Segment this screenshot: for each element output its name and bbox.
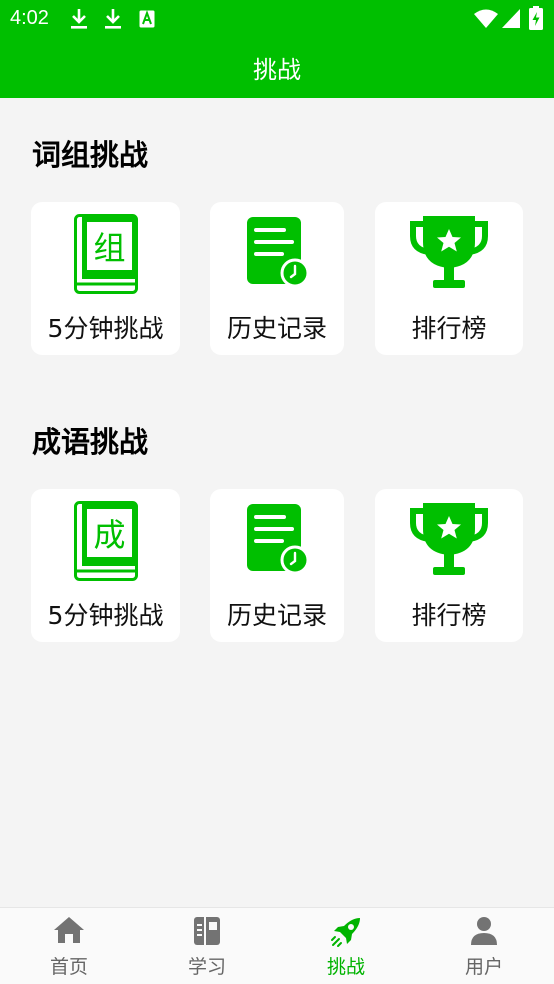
home-icon [54,917,84,943]
phrase-5min-challenge-card[interactable]: 组 5分钟挑战 [31,202,180,355]
status-bar: 4:02 [0,0,554,38]
trophy-icon [410,503,488,575]
nav-item-home[interactable]: 首页 [0,908,138,984]
user-icon [471,917,497,945]
card-label: 排行榜 [411,314,487,343]
card-label: 5分钟挑战 [47,601,164,630]
page-title: 挑战 [253,56,301,84]
book-icon: 成 [73,501,138,581]
notebook-icon [194,917,220,945]
app-header: 4:02 挑战 [0,0,554,98]
nav-item-user[interactable]: 用户 [415,908,553,984]
idiom-leaderboard-card[interactable]: 排行榜 [375,489,523,642]
bottom-navigation: 首页 学习 挑战 用户 [0,907,554,984]
signal-icon [502,9,520,28]
idiom-history-card[interactable]: 历史记录 [210,489,344,642]
battery-charging-icon [529,6,543,30]
trophy-icon [410,216,488,288]
card-label: 5分钟挑战 [47,314,164,343]
card-label: 历史记录 [226,314,327,343]
history-icon [247,504,309,575]
download-icon [105,9,121,29]
nav-item-study[interactable]: 学习 [138,908,276,984]
nav-label: 学习 [187,956,226,978]
wifi-icon [474,9,498,28]
nav-item-challenge[interactable]: 挑战 [277,908,415,984]
nav-label: 首页 [49,956,88,978]
nav-label: 挑战 [326,956,365,978]
text-notification-icon [139,10,155,28]
book-character: 成 [93,516,125,554]
history-icon [247,217,309,288]
card-label: 历史记录 [226,601,327,630]
idiom-5min-challenge-card[interactable]: 成 5分钟挑战 [31,489,180,642]
phrase-history-card[interactable]: 历史记录 [210,202,344,355]
download-icon [71,9,87,29]
rocket-icon [331,918,360,947]
phrase-leaderboard-card[interactable]: 排行榜 [375,202,523,355]
card-label: 排行榜 [411,601,487,630]
book-character: 组 [93,229,125,267]
book-icon: 组 [73,214,138,294]
status-time: 4:02 [10,7,49,29]
section-title-idiom: 成语挑战 [32,425,149,459]
section-title-phrase: 词组挑战 [32,138,149,172]
nav-label: 用户 [464,956,503,978]
